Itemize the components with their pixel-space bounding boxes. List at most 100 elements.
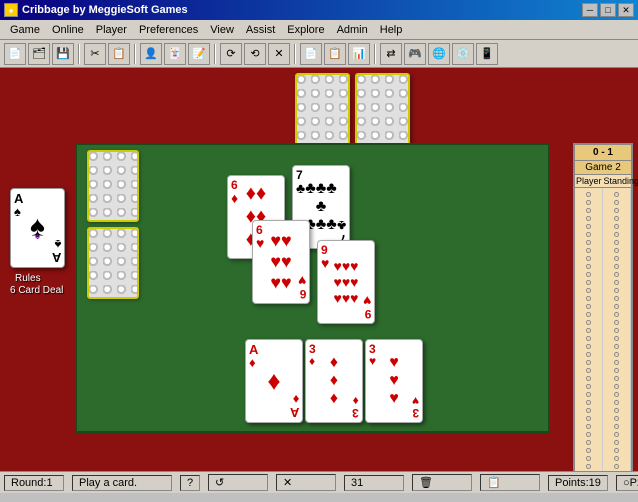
crib-card-2 [87,227,139,299]
score-dot [614,376,619,381]
score-dot [586,440,591,445]
score-dot [586,416,591,421]
tb-doc[interactable]: 📄 [300,43,322,65]
score-dot [614,208,619,213]
tb-refresh2[interactable]: ⟲ [244,43,266,65]
score-dot [614,256,619,261]
score-dot [586,424,591,429]
score-dot [614,272,619,277]
tb-player2[interactable]: 🃏 [164,43,186,65]
tb-disk[interactable]: 💿 [452,43,474,65]
score-dot [586,408,591,413]
status-31[interactable]: 31 [344,475,404,491]
menu-preferences[interactable]: Preferences [133,22,204,38]
score-dot [586,216,591,221]
score-dot [586,248,591,253]
score-dot [614,320,619,325]
status-player-indicator: ○P2 [616,475,638,491]
menu-online[interactable]: Online [46,22,90,38]
score-dot [586,376,591,381]
tb-player1[interactable]: 👤 [140,43,162,65]
tb-refresh1[interactable]: ⟳ [220,43,242,65]
tb-clipboard[interactable]: 📋 [324,43,346,65]
game-area: 6♦ 6♦ ♦♦♦♦♦♦ 7♣ 7♣ ♣♣♣♣♣♣♣ 6♥ 6♥ ♥♥♥♥♥♥ … [0,68,638,493]
score-dot [586,344,591,349]
score-dot [586,296,591,301]
score-dot [614,464,619,469]
player-card-3h[interactable]: 3♥ 3♥ ♥♥♥ [365,339,423,423]
score-dot [586,328,591,333]
score-dot [614,432,619,437]
tb-save[interactable]: 💾 [52,43,74,65]
tb-sep5 [374,44,376,64]
close-button[interactable]: ✕ [618,3,634,17]
score-dot [586,320,591,325]
status-trash[interactable]: 🗑 [412,474,472,491]
score-dot [614,192,619,197]
score-dot [586,360,591,365]
tb-cancel[interactable]: ✕ [268,43,290,65]
score-dot [614,304,619,309]
player-ace-of-spades[interactable]: A♠ A♠ ♠ ♠ [10,188,65,268]
tb-sep3 [214,44,216,64]
tb-game[interactable]: 🎮 [404,43,426,65]
minimize-button[interactable]: ─ [582,3,598,17]
score-dot [614,280,619,285]
score-dot [614,408,619,413]
score-dot [586,448,591,453]
menu-game[interactable]: Game [4,22,46,38]
score-dot [586,240,591,245]
score-dot [614,336,619,341]
comp-card-1 [295,73,350,148]
score-header: 0 - 1 [575,145,631,161]
score-dot [614,200,619,205]
score-dot [614,328,619,333]
tb-cut[interactable]: ✂ [84,43,106,65]
menu-admin[interactable]: Admin [331,22,374,38]
play-card-6h[interactable]: 6♥ 6♥ ♥♥♥♥♥♥ [252,220,310,304]
status-points: Points:19 [548,475,608,491]
status-clipboard[interactable]: 📋 [480,474,540,491]
score-dot [586,272,591,277]
score-dot [614,288,619,293]
menu-view[interactable]: View [204,22,240,38]
score-dot [586,456,591,461]
tb-arrows[interactable]: ⇄ [380,43,402,65]
player-card-3d[interactable]: 3♦ 3♦ ♦♦♦ [305,339,363,423]
scoreboard: 0 - 1 Game 2 Player Standing [573,143,633,488]
status-help[interactable]: ? [180,475,200,491]
score-dot [614,368,619,373]
score-player-col [575,188,603,478]
tb-online[interactable]: 🌐 [428,43,450,65]
tb-chart[interactable]: 📊 [348,43,370,65]
menu-player[interactable]: Player [90,22,133,38]
tb-phone[interactable]: 📱 [476,43,498,65]
app-icon: ♠ [4,3,18,17]
tb-notes[interactable]: 📝 [188,43,210,65]
tb-sep4 [294,44,296,64]
status-message: Play a card. [72,475,172,491]
statusbar: Round:1 Play a card. ? ↺ ✕ 31 🗑 📋 Points… [0,471,638,493]
maximize-button[interactable]: □ [600,3,616,17]
score-dot [586,192,591,197]
titlebar: ♠ Cribbage by MeggieSoft Games ─ □ ✕ [0,0,638,20]
tb-new[interactable]: 📄 [4,43,26,65]
tb-open[interactable]: 🗂 [28,43,50,65]
play-card-9h[interactable]: 9♥ 9♥ ♥♥♥♥♥♥♥♥♥ [317,240,375,324]
score-dot [614,264,619,269]
toolbar: 📄 🗂 💾 ✂ 📋 👤 🃏 📝 ⟳ ⟲ ✕ 📄 📋 📊 ⇄ 🎮 🌐 💿 📱 [0,40,638,68]
titlebar-controls[interactable]: ─ □ ✕ [582,3,634,17]
status-cancel[interactable]: ✕ [276,474,336,491]
tb-copy[interactable]: 📋 [108,43,130,65]
score-dot [614,424,619,429]
score-dot [614,344,619,349]
score-dot [614,224,619,229]
menu-explore[interactable]: Explore [281,22,330,38]
menu-help[interactable]: Help [374,22,409,38]
menu-assist[interactable]: Assist [240,22,281,38]
player-card-ad[interactable]: A♦ A♦ ♦ [245,339,303,423]
score-dot [614,456,619,461]
score-dot [586,400,591,405]
status-undo[interactable]: ↺ [208,474,268,491]
score-dot [586,392,591,397]
